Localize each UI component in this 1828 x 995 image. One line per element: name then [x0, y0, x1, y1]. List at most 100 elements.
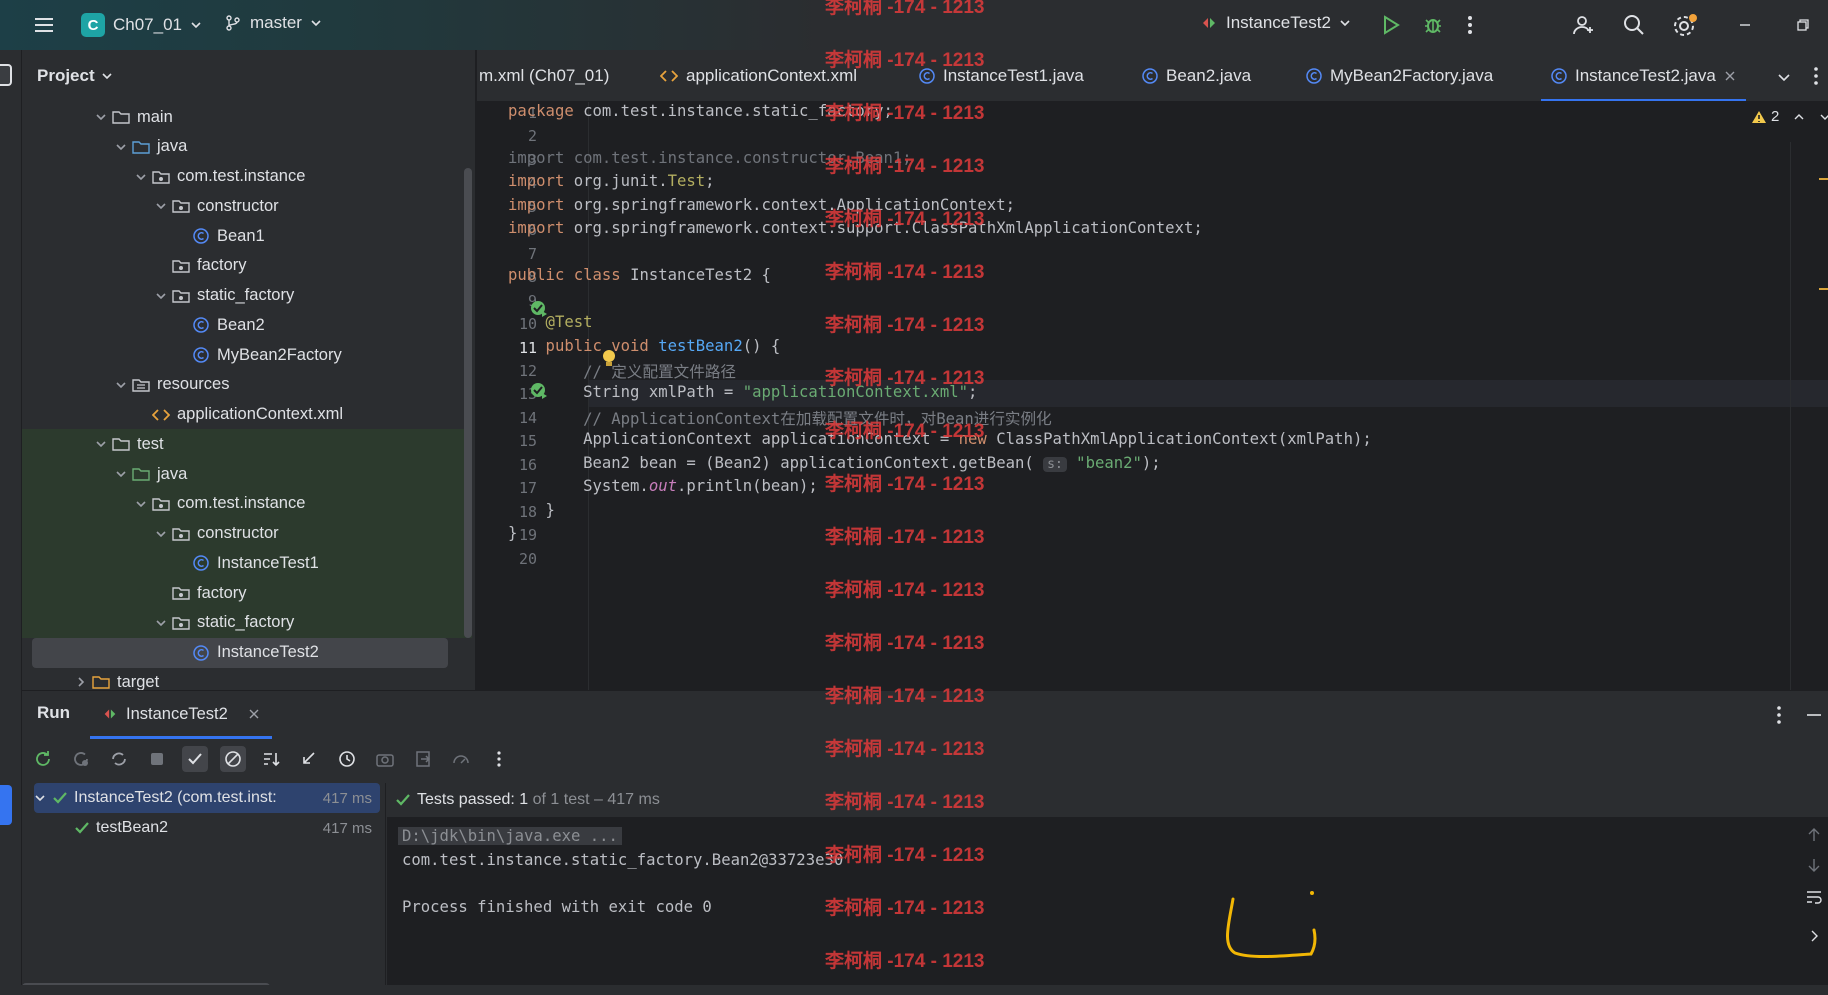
- project-switcher[interactable]: C Ch07_01: [81, 13, 202, 37]
- code-line: // ApplicationContext在加载配置文件时，对Bean进行实例化: [508, 409, 1052, 428]
- test-history-icon[interactable]: [334, 746, 360, 772]
- tab-instancetest1-java[interactable]: InstanceTest1.java: [919, 50, 1084, 101]
- inspection-widget[interactable]: 2: [1751, 108, 1828, 125]
- chevron-down-icon[interactable]: [152, 200, 170, 212]
- stop-icon[interactable]: [144, 746, 170, 772]
- soft-wrap-icon[interactable]: [1805, 889, 1823, 905]
- chevron-down-icon[interactable]: [132, 171, 150, 183]
- warning-stripe-marker[interactable]: [1819, 288, 1828, 290]
- lightbulb-icon[interactable]: [601, 349, 617, 369]
- chevron-up-icon[interactable]: [1793, 111, 1805, 123]
- import-tests-icon[interactable]: [296, 746, 322, 772]
- show-ignored-icon[interactable]: [220, 746, 246, 772]
- run-icon[interactable]: [1380, 14, 1402, 36]
- tab-bean2-java[interactable]: Bean2.java: [1142, 50, 1251, 101]
- chevron-down-icon[interactable]: [1819, 111, 1828, 123]
- chevron-down-icon[interactable]: [112, 379, 130, 391]
- tab-mybean2factory-java[interactable]: MyBean2Factory.java: [1306, 50, 1493, 101]
- tree-item[interactable]: factory: [22, 251, 472, 281]
- run-config-selector[interactable]: InstanceTest2: [1200, 13, 1351, 33]
- chevron-down-icon[interactable]: [112, 468, 130, 480]
- debug-icon[interactable]: [1422, 14, 1444, 36]
- scroll-down-icon[interactable]: [1807, 857, 1821, 873]
- restore-button[interactable]: [1778, 0, 1828, 50]
- minimize-panel-icon[interactable]: [1806, 713, 1822, 717]
- tree-item[interactable]: factory: [22, 578, 472, 608]
- more-actions-icon[interactable]: [1776, 705, 1782, 725]
- run-tool-button[interactable]: [0, 785, 12, 825]
- tree-item[interactable]: com.test.instance: [22, 488, 472, 519]
- class-icon: [190, 317, 212, 333]
- vcs-branch-switcher[interactable]: master: [224, 13, 322, 33]
- tree-item[interactable]: com.test.instance: [22, 162, 472, 192]
- test-case-row[interactable]: testBean2 417 ms: [34, 813, 380, 843]
- tree-item[interactable]: constructor: [22, 518, 472, 549]
- close-icon[interactable]: [1724, 70, 1736, 82]
- tree-item[interactable]: java: [22, 459, 472, 489]
- tree-item[interactable]: static_factory: [22, 281, 472, 311]
- tree-item[interactable]: static_factory: [22, 607, 472, 638]
- camera-icon[interactable]: [372, 746, 398, 772]
- chevron-down-icon[interactable]: [34, 792, 46, 804]
- chevron-right-icon[interactable]: [1809, 929, 1819, 943]
- tab-more-icon[interactable]: [1813, 66, 1819, 86]
- code-editor[interactable]: 1 2 3 4 5 6 7 8 9 10 11 12 13 14 15 16 17 18 19 20 package …: [477, 102, 1828, 690]
- chevron-right-icon[interactable]: [72, 676, 90, 688]
- warning-stripe-marker[interactable]: [1819, 178, 1828, 180]
- minimize-button[interactable]: [1720, 0, 1770, 50]
- tree-item[interactable]: InstanceTest1: [22, 548, 472, 579]
- editor-scrollbar-track[interactable]: [1790, 142, 1791, 690]
- chevron-down-icon[interactable]: [152, 528, 170, 540]
- tree-item[interactable]: java: [22, 132, 472, 162]
- more-actions-icon[interactable]: [486, 746, 512, 772]
- chevron-down-icon[interactable]: [152, 290, 170, 302]
- tree-item[interactable]: Bean2: [22, 310, 472, 340]
- chevron-down-icon[interactable]: [152, 617, 170, 629]
- tree-item[interactable]: main: [22, 102, 472, 132]
- scroll-up-icon[interactable]: [1807, 827, 1821, 843]
- export-icon[interactable]: [410, 746, 436, 772]
- chevron-down-icon[interactable]: [92, 438, 110, 450]
- project-scrollbar[interactable]: [464, 168, 472, 638]
- search-icon[interactable]: [1622, 13, 1646, 37]
- chevron-down-icon[interactable]: [132, 498, 150, 510]
- rerun-icon[interactable]: [30, 746, 56, 772]
- coverage-icon[interactable]: [448, 746, 474, 772]
- tree-item[interactable]: Bean1: [22, 221, 472, 251]
- run-tab[interactable]: InstanceTest2: [90, 691, 272, 739]
- sort-alphabetically-icon[interactable]: [258, 746, 284, 772]
- rerun-failed-icon[interactable]: [68, 746, 94, 772]
- folder-icon: [110, 436, 132, 452]
- tree-item[interactable]: MyBean2Factory: [22, 340, 472, 370]
- settings-gear-icon[interactable]: [1672, 13, 1698, 39]
- test-suite-row[interactable]: InstanceTest2 (com.test.inst: 417 ms: [34, 783, 380, 813]
- project-tool-button[interactable]: [0, 64, 12, 86]
- tab-pom-xml[interactable]: m.xml (Ch07_01): [479, 50, 609, 101]
- tab-list-chevron-icon[interactable]: [1777, 70, 1791, 84]
- tree-item[interactable]: resources: [22, 370, 472, 400]
- toggle-auto-test-icon[interactable]: [106, 746, 132, 772]
- tree-item[interactable]: InstanceTest2: [32, 637, 448, 668]
- show-passed-icon[interactable]: [182, 746, 208, 772]
- tree-item[interactable]: test: [22, 429, 472, 460]
- main-menu-icon[interactable]: [32, 13, 56, 37]
- tree-item[interactable]: applicationContext.xml: [22, 400, 472, 430]
- tree-item[interactable]: constructor: [22, 191, 472, 221]
- test-source-folder-icon: [130, 466, 152, 482]
- run-test-method-gutter-icon[interactable]: [530, 382, 548, 400]
- tree-item-label: InstanceTest2: [217, 643, 319, 661]
- project-pane-header[interactable]: Project: [22, 50, 475, 102]
- left-tool-strip: [0, 50, 22, 995]
- chevron-down-icon[interactable]: [112, 141, 130, 153]
- code-line: public void testBean2() {: [508, 336, 781, 355]
- chevron-down-icon[interactable]: [92, 111, 110, 123]
- tree-item-label: InstanceTest1: [217, 553, 319, 572]
- tree-item[interactable]: target: [22, 667, 472, 690]
- xml-file-icon: [660, 67, 678, 85]
- close-icon[interactable]: [248, 708, 260, 720]
- run-test-class-gutter-icon[interactable]: [530, 300, 548, 318]
- tab-applicationcontext-xml[interactable]: applicationContext.xml: [660, 50, 857, 101]
- tab-instancetest2-java[interactable]: InstanceTest2.java: [1541, 50, 1746, 101]
- more-actions-icon[interactable]: [1466, 14, 1474, 36]
- add-user-icon[interactable]: [1572, 13, 1596, 37]
